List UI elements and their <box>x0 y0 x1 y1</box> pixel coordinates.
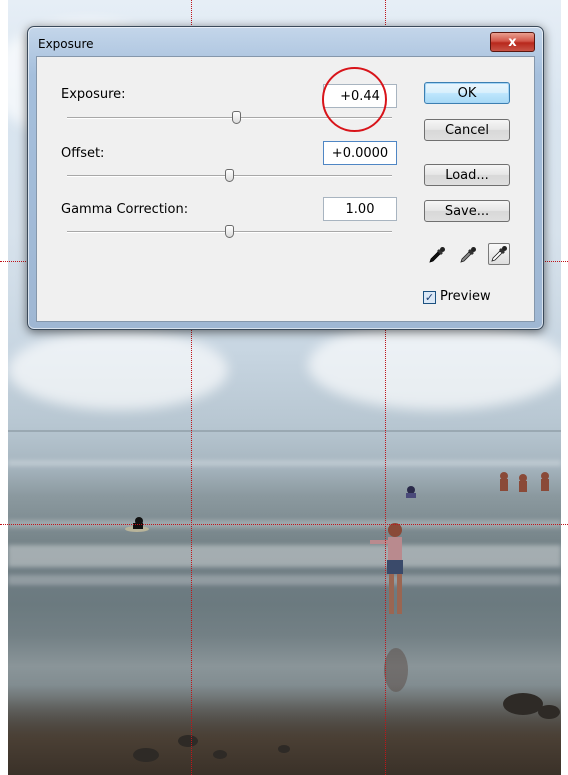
cloud <box>308 320 561 410</box>
rock <box>503 693 543 715</box>
surfer <box>125 517 149 532</box>
wave-foam <box>8 545 561 567</box>
girl-on-beach <box>370 523 408 692</box>
gamma-slider-thumb[interactable] <box>225 225 234 238</box>
save-button[interactable]: Save... <box>424 200 510 222</box>
exposure-label: Exposure: <box>61 87 126 102</box>
load-button[interactable]: Load... <box>424 164 510 186</box>
rock <box>133 748 159 762</box>
exposure-slider-thumb[interactable] <box>231 111 241 124</box>
gamma-label: Gamma Correction: <box>61 202 189 217</box>
close-button[interactable]: x <box>490 32 535 52</box>
offset-label: Offset: <box>61 146 105 161</box>
rock <box>178 735 198 747</box>
rock <box>538 705 560 719</box>
wave <box>8 460 561 466</box>
dialog-title: Exposure <box>38 37 94 51</box>
guide-line-horizontal <box>0 524 568 525</box>
swimmer <box>406 486 416 498</box>
offset-slider-thumb[interactable] <box>225 169 234 182</box>
eyedropper-gray-icon[interactable] <box>457 244 479 266</box>
offset-input[interactable]: +0.0000 <box>323 141 397 165</box>
annotation-circle <box>322 67 387 132</box>
gamma-input[interactable]: 1.00 <box>323 197 397 221</box>
eyedropper-white-icon[interactable] <box>488 243 510 265</box>
rock <box>278 745 290 753</box>
close-icon: x <box>508 34 517 50</box>
rock <box>213 750 227 759</box>
wave <box>8 575 561 585</box>
cloud <box>8 330 228 410</box>
cancel-button[interactable]: Cancel <box>424 119 510 141</box>
checkmark-icon: ✓ <box>424 291 435 304</box>
exposure-dialog: Exposure x Exposure: +0.44 Offset: +0.00… <box>27 26 544 330</box>
shore <box>8 685 561 775</box>
dialog-body: Exposure: +0.44 Offset: +0.0000 Gamma Co… <box>36 56 535 322</box>
horizon <box>8 430 561 432</box>
preview-label[interactable]: Preview <box>440 289 491 304</box>
preview-checkbox[interactable]: ✓ <box>423 291 436 304</box>
eyedropper-black-icon[interactable] <box>426 244 448 266</box>
swimmers-group <box>500 472 549 492</box>
ok-button[interactable]: OK <box>424 82 510 104</box>
